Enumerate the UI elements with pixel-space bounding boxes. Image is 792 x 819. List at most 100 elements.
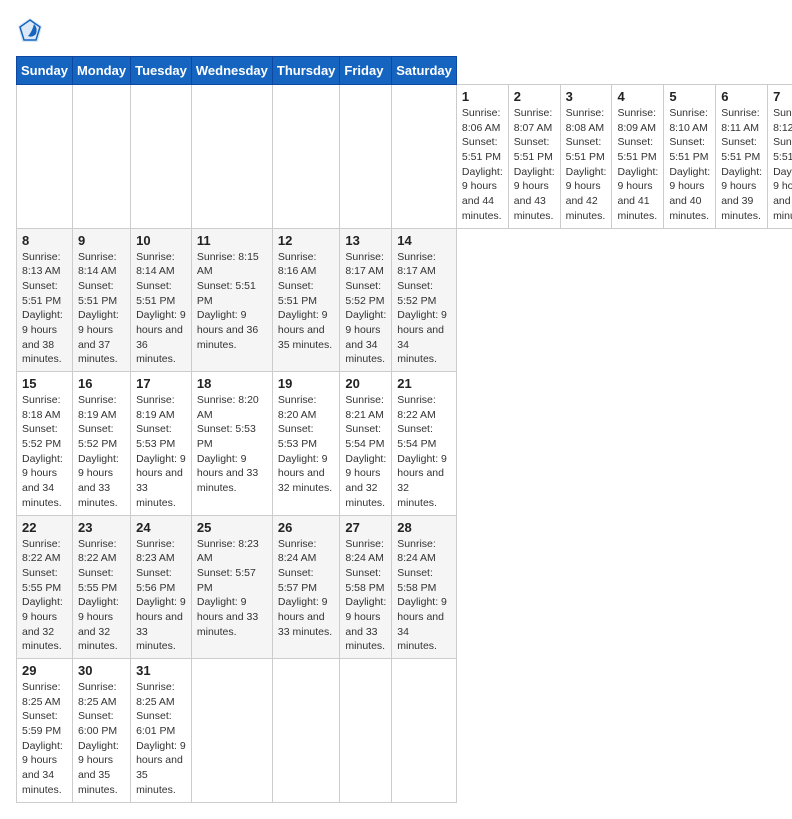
calendar-day-28: 28Sunrise: 8:24 AMSunset: 5:58 PMDayligh… [392, 515, 457, 659]
calendar-day-16: 16 Sunrise: 8:19 AMSunset: 5:52 PMDayligh… [72, 372, 130, 516]
day-info: Sunrise: 8:23 AMSunset: 5:57 PMDaylight:… [197, 537, 267, 640]
calendar-week-3: 15 Sunrise: 8:18 AMSunset: 5:52 PMDayligh… [17, 372, 792, 516]
calendar-day-3: 3 Sunrise: 8:08 AMSunset: 5:51 PMDaylight… [560, 85, 612, 229]
calendar-day-9: 9Sunrise: 8:14 AMSunset: 5:51 PMDaylight… [72, 228, 130, 372]
day-info: Sunrise: 8:09 AMSunset: 5:51 PMDaylight:… [617, 106, 658, 224]
day-number: 11 [197, 233, 267, 248]
day-info: Sunrise: 8:18 AMSunset: 5:52 PMDaylight:… [22, 393, 67, 511]
day-info: Sunrise: 8:07 AMSunset: 5:51 PMDaylight:… [514, 106, 555, 224]
day-info: Sunrise: 8:13 AMSunset: 5:51 PMDaylight:… [22, 250, 67, 368]
day-number: 26 [278, 520, 335, 535]
calendar-week-1: 1Sunrise: 8:06 AMSunset: 5:51 PMDaylight… [17, 85, 792, 229]
day-number: 13 [345, 233, 386, 248]
calendar-day-8: 8 Sunrise: 8:13 AMSunset: 5:51 PMDaylight… [17, 228, 73, 372]
calendar-day-18: 18Sunrise: 8:20 AMSunset: 5:53 PMDayligh… [191, 372, 272, 516]
calendar-empty-cell [72, 85, 130, 229]
calendar-empty-cell [191, 659, 272, 803]
day-number: 3 [566, 89, 607, 104]
calendar-empty-cell [340, 659, 392, 803]
day-number: 16 [78, 376, 125, 391]
day-number: 29 [22, 663, 67, 678]
day-number: 31 [136, 663, 186, 678]
day-info: Sunrise: 8:19 AMSunset: 5:52 PMDaylight:… [78, 393, 125, 511]
calendar-day-1: 1Sunrise: 8:06 AMSunset: 5:51 PMDaylight… [456, 85, 508, 229]
day-number: 6 [721, 89, 762, 104]
calendar-day-31: 31 Sunrise: 8:25 AMSunset: 6:01 PMDayligh… [131, 659, 192, 803]
calendar-day-30: 30 Sunrise: 8:25 AMSunset: 6:00 PMDayligh… [72, 659, 130, 803]
day-info: Sunrise: 8:20 AMSunset: 5:53 PMDaylight:… [278, 393, 335, 496]
calendar-day-23: 23Sunrise: 8:22 AMSunset: 5:55 PMDayligh… [72, 515, 130, 659]
calendar-week-4: 22 Sunrise: 8:22 AMSunset: 5:55 PMDayligh… [17, 515, 792, 659]
day-number: 12 [278, 233, 335, 248]
day-info: Sunrise: 8:06 AMSunset: 5:51 PMDaylight:… [462, 106, 503, 224]
calendar-day-26: 26 Sunrise: 8:24 AMSunset: 5:57 PMDayligh… [272, 515, 340, 659]
calendar-empty-cell [392, 659, 457, 803]
calendar-table: SundayMondayTuesdayWednesdayThursdayFrid… [16, 56, 792, 803]
day-number: 28 [397, 520, 451, 535]
calendar-day-25: 25 Sunrise: 8:23 AMSunset: 5:57 PMDayligh… [191, 515, 272, 659]
day-number: 27 [345, 520, 386, 535]
day-number: 17 [136, 376, 186, 391]
day-number: 2 [514, 89, 555, 104]
day-number: 24 [136, 520, 186, 535]
day-info: Sunrise: 8:23 AMSunset: 5:56 PMDaylight:… [136, 537, 186, 655]
day-info: Sunrise: 8:15 AMSunset: 5:51 PMDaylight:… [197, 250, 267, 353]
day-info: Sunrise: 8:08 AMSunset: 5:51 PMDaylight:… [566, 106, 607, 224]
calendar-empty-cell [272, 85, 340, 229]
day-number: 5 [669, 89, 710, 104]
day-info: Sunrise: 8:25 AMSunset: 6:00 PMDaylight:… [78, 680, 125, 798]
logo-icon [16, 16, 44, 44]
calendar-day-12: 12Sunrise: 8:16 AMSunset: 5:51 PMDayligh… [272, 228, 340, 372]
calendar-day-13: 13 Sunrise: 8:17 AMSunset: 5:52 PMDayligh… [340, 228, 392, 372]
calendar-day-15: 15 Sunrise: 8:18 AMSunset: 5:52 PMDayligh… [17, 372, 73, 516]
calendar-empty-cell [272, 659, 340, 803]
calendar-day-29: 29 Sunrise: 8:25 AMSunset: 5:59 PMDayligh… [17, 659, 73, 803]
calendar-day-24: 24 Sunrise: 8:23 AMSunset: 5:56 PMDayligh… [131, 515, 192, 659]
day-number: 20 [345, 376, 386, 391]
day-number: 21 [397, 376, 451, 391]
day-number: 9 [78, 233, 125, 248]
day-number: 22 [22, 520, 67, 535]
day-number: 30 [78, 663, 125, 678]
day-info: Sunrise: 8:25 AMSunset: 6:01 PMDaylight:… [136, 680, 186, 798]
calendar-day-4: 4 Sunrise: 8:09 AMSunset: 5:51 PMDaylight… [612, 85, 664, 229]
calendar-day-5: 5 Sunrise: 8:10 AMSunset: 5:51 PMDaylight… [664, 85, 716, 229]
day-info: Sunrise: 8:22 AMSunset: 5:55 PMDaylight:… [78, 537, 125, 655]
calendar-empty-cell [131, 85, 192, 229]
page-header [16, 16, 776, 44]
calendar-empty-cell [392, 85, 457, 229]
day-info: Sunrise: 8:24 AMSunset: 5:57 PMDaylight:… [278, 537, 335, 640]
day-info: Sunrise: 8:25 AMSunset: 5:59 PMDaylight:… [22, 680, 67, 798]
calendar-header-friday: Friday [340, 57, 392, 85]
day-number: 4 [617, 89, 658, 104]
calendar-day-6: 6Sunrise: 8:11 AMSunset: 5:51 PMDaylight… [716, 85, 768, 229]
day-info: Sunrise: 8:19 AMSunset: 5:53 PMDaylight:… [136, 393, 186, 511]
logo [16, 16, 48, 44]
calendar-header-thursday: Thursday [272, 57, 340, 85]
calendar-day-7: 7Sunrise: 8:12 AMSunset: 5:51 PMDaylight… [768, 85, 792, 229]
day-info: Sunrise: 8:20 AMSunset: 5:53 PMDaylight:… [197, 393, 267, 496]
day-info: Sunrise: 8:10 AMSunset: 5:51 PMDaylight:… [669, 106, 710, 224]
day-info: Sunrise: 8:17 AMSunset: 5:52 PMDaylight:… [345, 250, 386, 368]
day-number: 10 [136, 233, 186, 248]
calendar-week-2: 8 Sunrise: 8:13 AMSunset: 5:51 PMDaylight… [17, 228, 792, 372]
calendar-empty-cell [340, 85, 392, 229]
day-info: Sunrise: 8:24 AMSunset: 5:58 PMDaylight:… [345, 537, 386, 655]
calendar-day-20: 20Sunrise: 8:21 AMSunset: 5:54 PMDayligh… [340, 372, 392, 516]
calendar-header-monday: Monday [72, 57, 130, 85]
calendar-day-14: 14Sunrise: 8:17 AMSunset: 5:52 PMDayligh… [392, 228, 457, 372]
day-info: Sunrise: 8:22 AMSunset: 5:54 PMDaylight:… [397, 393, 451, 511]
calendar-header-tuesday: Tuesday [131, 57, 192, 85]
calendar-header-row: SundayMondayTuesdayWednesdayThursdayFrid… [17, 57, 792, 85]
day-number: 14 [397, 233, 451, 248]
calendar-day-10: 10Sunrise: 8:14 AMSunset: 5:51 PMDayligh… [131, 228, 192, 372]
calendar-header-wednesday: Wednesday [191, 57, 272, 85]
calendar-day-27: 27 Sunrise: 8:24 AMSunset: 5:58 PMDayligh… [340, 515, 392, 659]
day-number: 8 [22, 233, 67, 248]
day-number: 7 [773, 89, 792, 104]
day-number: 25 [197, 520, 267, 535]
day-number: 15 [22, 376, 67, 391]
calendar-week-5: 29 Sunrise: 8:25 AMSunset: 5:59 PMDayligh… [17, 659, 792, 803]
calendar-day-2: 2 Sunrise: 8:07 AMSunset: 5:51 PMDaylight… [508, 85, 560, 229]
calendar-day-21: 21 Sunrise: 8:22 AMSunset: 5:54 PMDayligh… [392, 372, 457, 516]
